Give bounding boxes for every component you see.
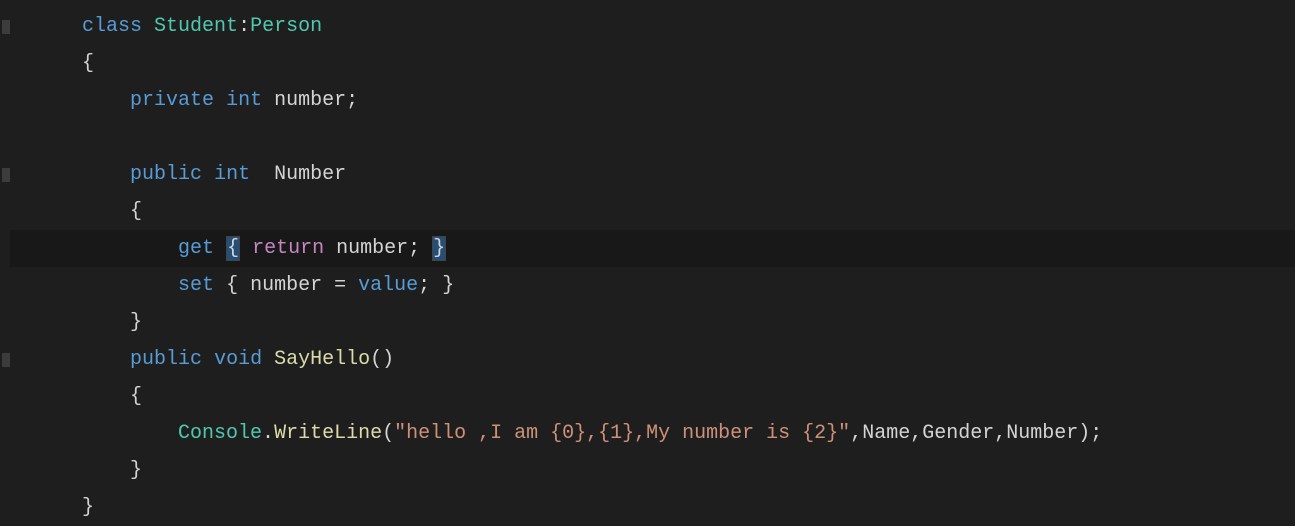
brace-match: { [226,236,240,261]
code-line[interactable]: private int number; [10,82,1295,119]
indent [10,496,82,519]
field-ref: number [250,274,322,297]
indent [10,237,178,260]
fold-icon[interactable] [2,20,10,34]
space [262,348,274,371]
code-line[interactable]: set { number = value; } [10,267,1295,304]
code-line[interactable]: { [10,378,1295,415]
keyword-access: public [130,348,202,371]
space [346,274,358,297]
paren: ) [1078,422,1090,445]
keyword-access: private [130,89,214,112]
keyword-class: class [82,15,142,38]
brace: { [82,52,94,75]
code-line-active[interactable]: get { return number; } [10,230,1295,267]
code-line[interactable]: { [10,193,1295,230]
indent [10,459,130,482]
space [240,237,252,260]
code-line[interactable]: } [10,452,1295,489]
space [202,348,214,371]
semicolon: ; [346,89,358,112]
indent [10,422,178,445]
space [324,237,336,260]
colon: : [238,15,250,38]
code-line[interactable]: class Student:Person [10,8,1295,45]
space [420,237,432,260]
semicolon: ; [1090,422,1102,445]
comma: , [994,422,1006,445]
space [322,274,334,297]
space [214,237,226,260]
space [250,163,274,186]
brace-match: } [432,236,446,261]
fold-icon[interactable] [2,353,10,367]
semicolon: ; [408,237,420,260]
comma: , [850,422,862,445]
space [238,274,250,297]
indent [10,89,130,112]
brace: { [226,274,238,297]
paren: ( [382,422,394,445]
field-name: number [274,89,346,112]
property-name: Number [274,163,346,186]
code-line[interactable]: public int Number [10,156,1295,193]
comma: , [910,422,922,445]
code-line[interactable]: Console.WriteLine("hello ,I am {0},{1},M… [10,415,1295,452]
method-name: SayHello [274,348,370,371]
space [214,89,226,112]
brace: } [82,496,94,519]
string-literal: "hello ,I am {0},{1},My number is {2}" [394,422,850,445]
indent [10,200,130,223]
class-name: Student [154,15,238,38]
code-line[interactable]: { [10,45,1295,82]
keyword-return: return [252,237,324,260]
code-line[interactable] [10,119,1295,156]
class-ref: Console [178,422,262,445]
parens: () [370,348,394,371]
keyword-set: set [178,274,214,297]
base-class: Person [250,15,322,38]
keyword-access: public [130,163,202,186]
code-line[interactable]: } [10,304,1295,341]
brace: } [130,459,142,482]
indent [10,52,82,75]
indent [10,15,82,38]
keyword-value: value [358,274,418,297]
method-call: WriteLine [274,422,382,445]
equals: = [334,274,346,297]
brace: } [442,274,454,297]
brace: { [130,200,142,223]
indent [10,163,130,186]
code-line[interactable]: public void SayHello() [10,341,1295,378]
semicolon: ; [418,274,430,297]
code-line[interactable]: } [10,489,1295,526]
brace: { [130,385,142,408]
keyword-void: void [214,348,262,371]
space [202,163,214,186]
space [262,89,274,112]
indent [10,348,130,371]
code-editor[interactable]: class Student:Person { private int numbe… [0,0,1295,526]
space [430,274,442,297]
arg: Number [1006,422,1078,445]
keyword-type: int [226,89,262,112]
keyword-get: get [178,237,214,260]
dot: . [262,422,274,445]
arg: Gender [922,422,994,445]
fold-icon[interactable] [2,168,10,182]
arg: Name [862,422,910,445]
indent [10,311,130,334]
space [214,274,226,297]
indent [10,274,178,297]
indent [10,385,130,408]
field-ref: number [336,237,408,260]
space [142,15,154,38]
brace: } [130,311,142,334]
keyword-type: int [214,163,250,186]
